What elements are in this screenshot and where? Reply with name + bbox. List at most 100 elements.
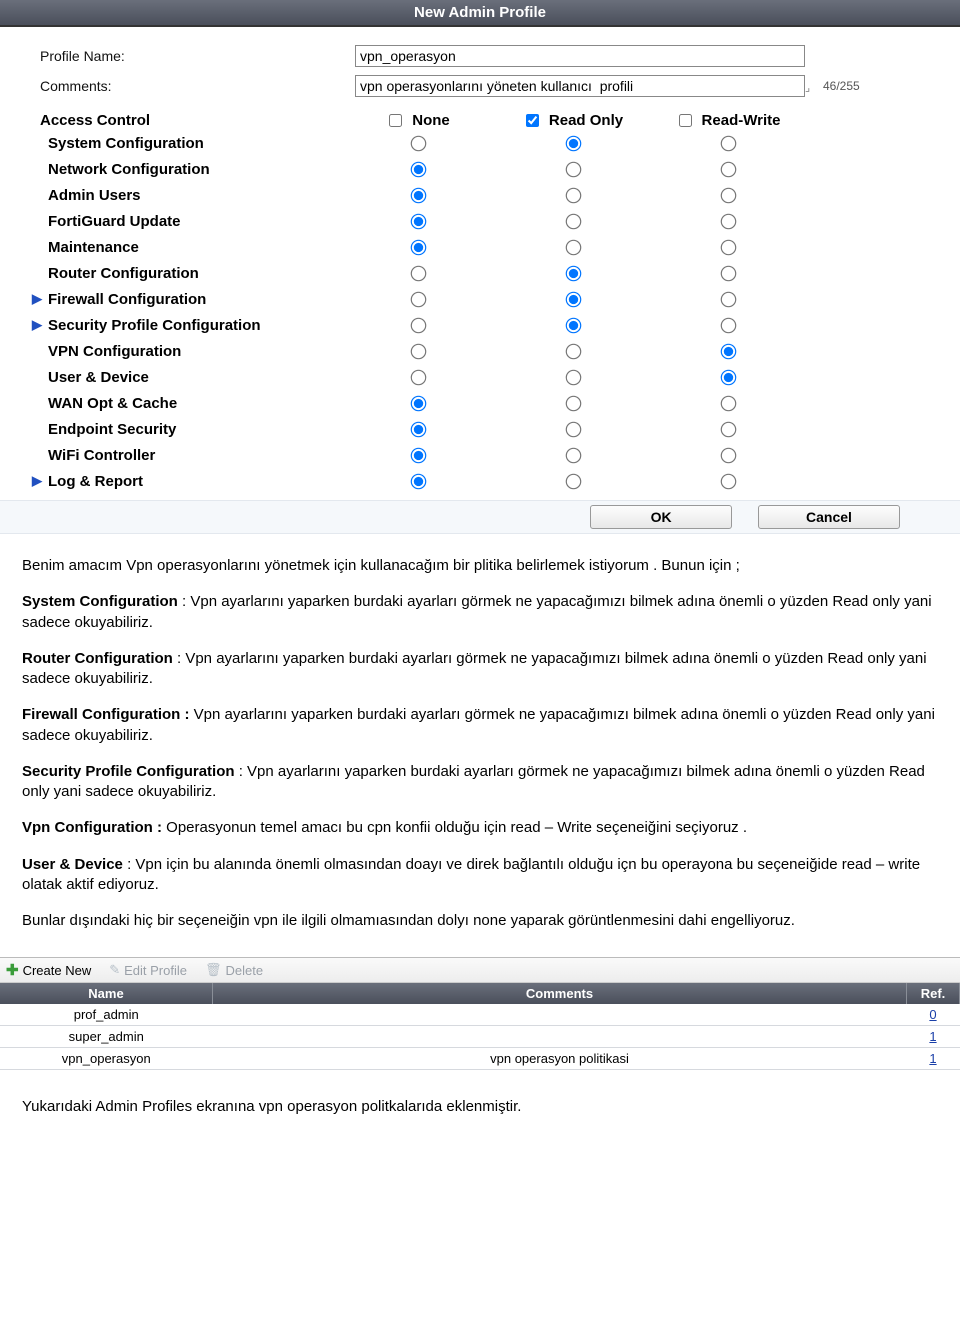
article-p3: Router Configuration : Vpn ayarlarını ya… xyxy=(22,649,938,690)
permission-radio-rw[interactable] xyxy=(721,473,737,489)
permission-radio-none[interactable] xyxy=(411,161,427,177)
permission-row: Router Configuration xyxy=(0,260,960,286)
profiles-th-ref[interactable]: Ref. xyxy=(907,983,960,1004)
permission-radio-none[interactable] xyxy=(411,187,427,203)
permission-radio-ro[interactable] xyxy=(566,135,582,151)
permission-radio-cell-rw xyxy=(650,134,805,153)
permission-radio-none[interactable] xyxy=(411,213,427,229)
expand-icon[interactable]: ▶ xyxy=(32,317,44,333)
delete-button[interactable]: 🗑Delete xyxy=(205,962,263,978)
permission-radio-cell-rw xyxy=(650,316,805,335)
permission-row: VPN Configuration xyxy=(0,338,960,364)
permission-radio-ro[interactable] xyxy=(566,187,582,203)
article-p5: Security Profile Configuration : Vpn aya… xyxy=(22,762,938,803)
profile-comments-cell xyxy=(213,1004,907,1026)
permission-radio-rw[interactable] xyxy=(721,239,737,255)
header-check-none[interactable] xyxy=(389,114,402,127)
permission-radio-cell-ro xyxy=(495,472,650,491)
header-check-readonly[interactable] xyxy=(526,114,539,127)
permission-radio-ro[interactable] xyxy=(566,213,582,229)
permission-radio-none[interactable] xyxy=(411,135,427,151)
permission-radio-ro[interactable] xyxy=(566,317,582,333)
table-row[interactable]: vpn_operasyonvpn operasyon politikasi1 xyxy=(0,1048,960,1070)
footnote-text: Yukarıdaki Admin Profiles ekranına vpn o… xyxy=(0,1070,960,1135)
permission-name: System Configuration xyxy=(48,135,340,152)
permission-name: ▶Log & Report xyxy=(48,473,340,490)
permission-radio-none[interactable] xyxy=(411,447,427,463)
permission-radio-ro[interactable] xyxy=(566,369,582,385)
create-new-button[interactable]: ✚Create New xyxy=(6,961,91,979)
permission-label: WAN Opt & Cache xyxy=(48,395,177,412)
button-bar: OK Cancel xyxy=(0,500,960,534)
expand-icon[interactable]: ▶ xyxy=(32,291,44,307)
permission-radio-rw[interactable] xyxy=(721,213,737,229)
article-p6-text: Operasyonun temel amacı bu cpn konfii ol… xyxy=(162,819,747,836)
permission-radio-ro[interactable] xyxy=(566,161,582,177)
comments-label: Comments: xyxy=(40,78,355,94)
permission-row: ▶Firewall Configuration xyxy=(0,286,960,312)
table-row[interactable]: prof_admin0 xyxy=(0,1004,960,1026)
article-p4: Firewall Configuration : Vpn ayarlarını … xyxy=(22,705,938,746)
permission-radio-none[interactable] xyxy=(411,291,427,307)
permission-radio-cell-none xyxy=(340,160,495,179)
permission-row: Maintenance xyxy=(0,234,960,260)
table-row[interactable]: super_admin 1 xyxy=(0,1026,960,1048)
permission-radio-none[interactable] xyxy=(411,395,427,411)
profiles-th-name[interactable]: Name xyxy=(0,983,213,1004)
permission-radio-ro[interactable] xyxy=(566,291,582,307)
permission-radio-cell-none xyxy=(340,446,495,465)
profile-ref-cell[interactable]: 0 xyxy=(907,1004,960,1026)
permission-radio-ro[interactable] xyxy=(566,447,582,463)
dialog-title: New Admin Profile xyxy=(0,0,960,27)
profile-ref-cell[interactable]: 1 xyxy=(907,1048,960,1070)
permission-radio-rw[interactable] xyxy=(721,135,737,151)
header-readonly-label: Read Only xyxy=(549,112,623,129)
comments-input[interactable] xyxy=(355,75,805,97)
permission-rows: System ConfigurationNetwork Configuratio… xyxy=(0,130,960,494)
permission-radio-rw[interactable] xyxy=(721,317,737,333)
permission-radio-none[interactable] xyxy=(411,421,427,437)
permission-radio-rw[interactable] xyxy=(721,395,737,411)
permission-radio-rw[interactable] xyxy=(721,291,737,307)
permission-radio-cell-rw xyxy=(650,342,805,361)
permission-radio-none[interactable] xyxy=(411,343,427,359)
permission-radio-cell-none xyxy=(340,290,495,309)
permission-radio-ro[interactable] xyxy=(566,239,582,255)
article-p2: System Configuration : Vpn ayarlarını ya… xyxy=(22,592,938,633)
permission-radio-rw[interactable] xyxy=(721,369,737,385)
resize-grip-icon[interactable] xyxy=(805,78,815,94)
permission-radio-none[interactable] xyxy=(411,473,427,489)
header-check-readwrite[interactable] xyxy=(679,114,692,127)
ok-button[interactable]: OK xyxy=(590,505,732,529)
permission-radio-none[interactable] xyxy=(411,317,427,333)
profile-name-input[interactable] xyxy=(355,45,805,67)
cancel-button[interactable]: Cancel xyxy=(758,505,900,529)
permission-radio-ro[interactable] xyxy=(566,343,582,359)
permission-radio-none[interactable] xyxy=(411,239,427,255)
permission-radio-rw[interactable] xyxy=(721,343,737,359)
permission-radio-none[interactable] xyxy=(411,369,427,385)
article-p3-bold: Router Configuration xyxy=(22,650,173,667)
permission-radio-ro[interactable] xyxy=(566,421,582,437)
permission-radio-rw[interactable] xyxy=(721,421,737,437)
article-p1: Benim amacım Vpn operasyonlarını yönetme… xyxy=(22,556,938,576)
profile-name-cell: super_admin xyxy=(0,1026,213,1048)
permission-radio-rw[interactable] xyxy=(721,447,737,463)
expand-icon[interactable]: ▶ xyxy=(32,473,44,489)
permission-radio-none[interactable] xyxy=(411,265,427,281)
edit-profile-button[interactable]: ✎Edit Profile xyxy=(109,962,187,978)
profile-ref-cell[interactable]: 1 xyxy=(907,1026,960,1048)
permission-radio-rw[interactable] xyxy=(721,187,737,203)
profiles-th-comments[interactable]: Comments xyxy=(213,983,907,1004)
permission-name: FortiGuard Update xyxy=(48,213,340,230)
permission-radio-rw[interactable] xyxy=(721,161,737,177)
permission-radio-ro[interactable] xyxy=(566,395,582,411)
permission-radio-cell-rw xyxy=(650,186,805,205)
permission-radio-cell-rw xyxy=(650,212,805,231)
permission-radio-rw[interactable] xyxy=(721,265,737,281)
permission-radio-cell-ro xyxy=(495,238,650,257)
edit-profile-label: Edit Profile xyxy=(124,963,187,978)
permission-radio-ro[interactable] xyxy=(566,265,582,281)
permission-radio-ro[interactable] xyxy=(566,473,582,489)
permission-row: WAN Opt & Cache xyxy=(0,390,960,416)
